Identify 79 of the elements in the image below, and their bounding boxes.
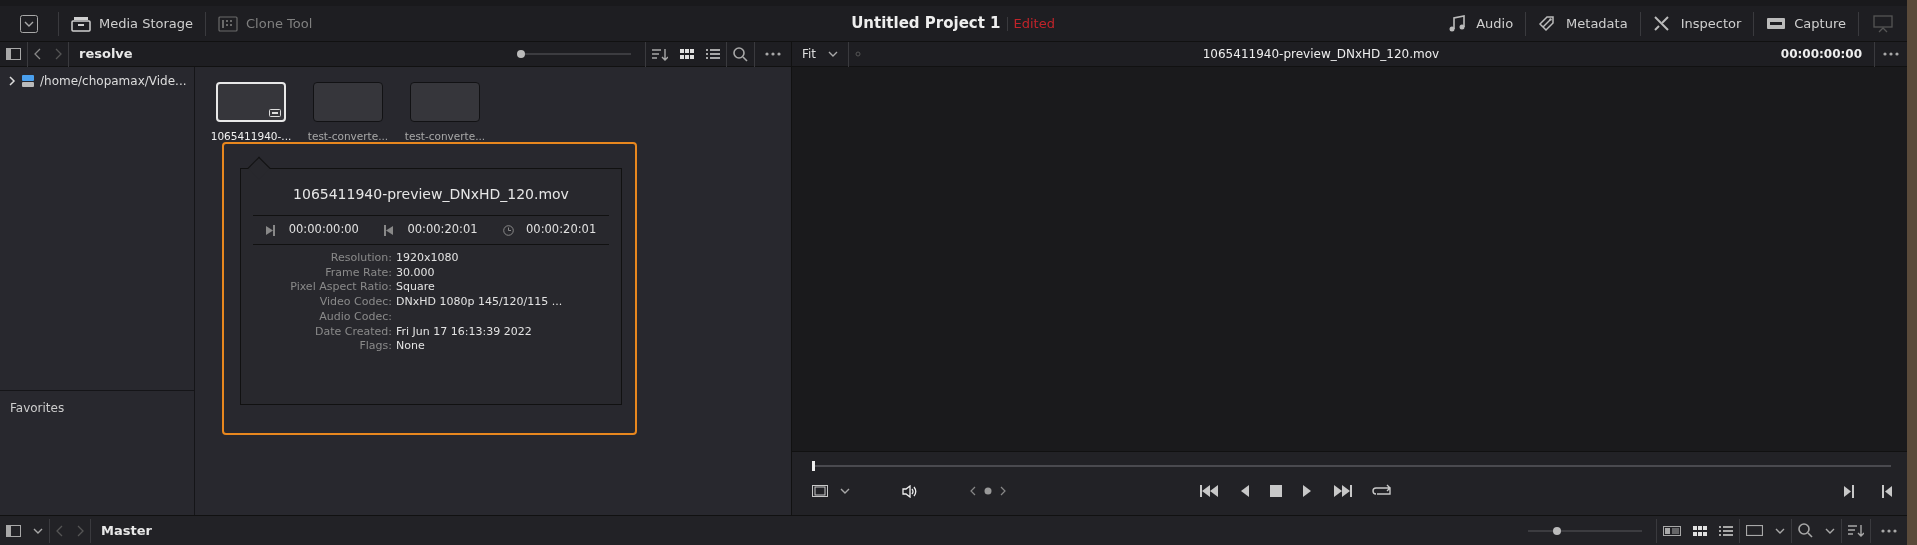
sort-icon[interactable] [1848, 524, 1864, 537]
list-view-icon[interactable] [1719, 525, 1733, 536]
film-icon[interactable] [812, 485, 828, 497]
skip-forward-icon[interactable] [1332, 484, 1352, 498]
more-icon[interactable] [765, 51, 781, 57]
property-value: Square [396, 280, 435, 296]
film-badge-icon [269, 109, 281, 117]
property-value: None [396, 339, 425, 354]
property-label: Frame Rate: [324, 265, 393, 281]
caret-icon[interactable] [33, 527, 43, 534]
search-icon[interactable] [733, 46, 748, 62]
caret-icon [828, 51, 839, 57]
search-icon[interactable] [1798, 523, 1813, 538]
status-label: Edited [1013, 14, 1055, 33]
bin-name: Master [101, 521, 152, 540]
clip-title: 1065411940-preview_DNxHD_120.mov [1201, 46, 1441, 63]
clock-icon [503, 224, 515, 236]
clip-name: test-converte... [404, 130, 486, 143]
play-icon[interactable] [1302, 484, 1312, 498]
section-label: Favorites [10, 401, 65, 415]
project-title: Untitled Project 1 [851, 13, 1001, 35]
skip-back-icon[interactable] [1200, 484, 1220, 498]
property-label: Flags: [358, 339, 393, 354]
timecode: 00:00:20:01 [407, 221, 478, 239]
grid-view-icon[interactable] [680, 49, 694, 59]
back-icon[interactable] [34, 48, 42, 60]
list-view-icon[interactable] [706, 49, 720, 59]
drawer-icon [71, 15, 91, 32]
mark-in-icon[interactable] [1843, 484, 1855, 498]
property-label: Audio Codec: [318, 309, 393, 325]
timecode: 00:00:00:00 [288, 221, 359, 239]
folder-path: resolve [79, 45, 133, 64]
zoom-dropdown[interactable]: Fit [792, 42, 849, 66]
clip-name: 1065411940-... [210, 130, 292, 143]
property-label: Video Codec: [318, 295, 393, 310]
zoom-slider[interactable] [1528, 525, 1642, 536]
media-storage-button[interactable]: Media Storage [59, 6, 206, 41]
clip-name: test-converte... [307, 130, 389, 143]
grid-box-icon [218, 15, 239, 32]
panel-toggle-icon[interactable] [6, 524, 21, 537]
folder-item[interactable]: /home/chopamax/Vide... [40, 72, 187, 90]
drive-icon [22, 75, 34, 87]
toolbar-button[interactable]: Inspector [1640, 6, 1754, 41]
property-value: 1920x1080 [396, 251, 459, 266]
toolbar-button[interactable]: Capture [1754, 6, 1858, 41]
reverse-play-icon[interactable] [1240, 484, 1250, 498]
metadata-view-icon[interactable] [1663, 525, 1681, 536]
property-value: DNxHD 1080p 145/120/115 ... [396, 295, 563, 310]
timecode: 00:00:20:01 [526, 221, 597, 239]
popup-title: 1065411940-preview_DNxHD_120.mov [292, 185, 570, 204]
mark-in-icon [265, 224, 277, 236]
mark-out-icon[interactable] [1881, 484, 1893, 498]
mark-out-icon [384, 224, 396, 236]
property-label: Pixel Aspect Ratio: [289, 280, 393, 296]
more-icon[interactable] [1881, 527, 1897, 534]
dot-icon [855, 51, 862, 57]
caret-icon[interactable] [840, 488, 850, 494]
clip-thumbnail[interactable] [410, 82, 480, 122]
caret-icon[interactable] [1775, 527, 1785, 534]
timecode: 00:00:00:00 [1780, 46, 1862, 63]
property-value: 30.000 [396, 265, 435, 281]
property-label: Resolution: [329, 251, 393, 266]
grid-view-icon[interactable] [1693, 525, 1707, 536]
slider-thumb[interactable] [517, 50, 525, 58]
toolbar-button[interactable]: Metadata [1526, 6, 1640, 41]
speaker-icon[interactable] [902, 484, 918, 498]
clip-nav-icon[interactable] [970, 486, 1006, 496]
more-icon[interactable] [1883, 51, 1899, 57]
caret-icon[interactable] [1825, 527, 1835, 534]
property-label: Date Created: [313, 324, 393, 340]
panel-toggle-icon[interactable] [6, 48, 21, 60]
slider-thumb[interactable] [1552, 526, 1561, 535]
property-value: Fri Jun 17 16:13:39 2022 [396, 324, 532, 340]
loop-icon[interactable] [1372, 484, 1394, 498]
dropdown-icon[interactable] [20, 14, 38, 33]
stop-icon[interactable] [1270, 484, 1282, 498]
toolbar-button[interactable]: Audio [1436, 6, 1526, 41]
sort-icon[interactable] [652, 47, 668, 61]
clip-thumbnail[interactable] [313, 82, 383, 122]
